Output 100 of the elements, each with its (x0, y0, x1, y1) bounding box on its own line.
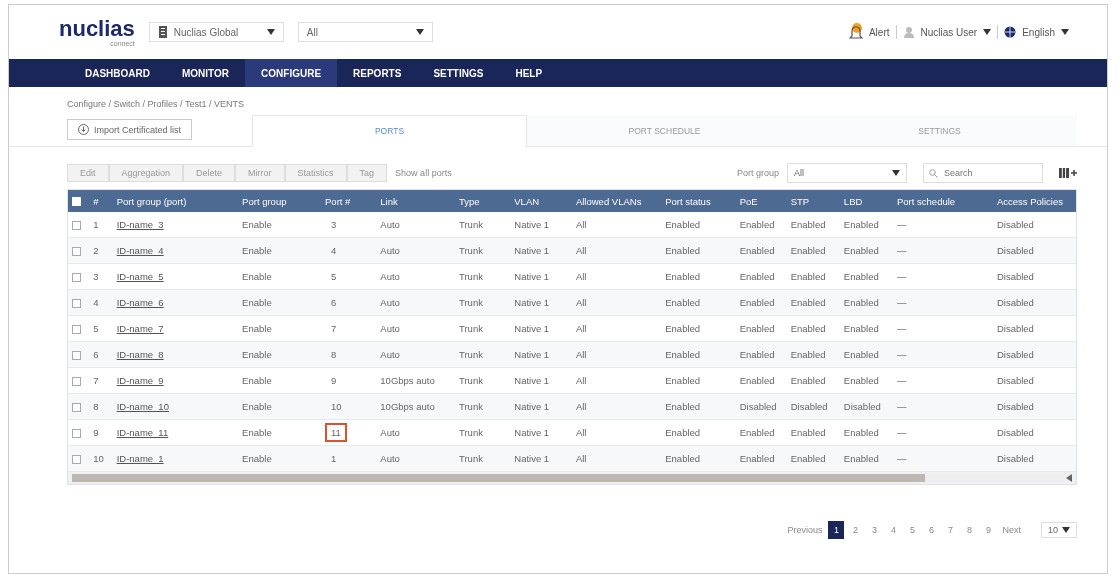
table-cell: All (575, 427, 587, 438)
port-name-link[interactable]: ID-name_1 (116, 453, 164, 464)
tab[interactable]: PORTS (252, 115, 527, 147)
nav-tab[interactable]: HELP (499, 59, 559, 87)
logo[interactable]: nuclias (59, 17, 135, 40)
row-checkbox[interactable] (72, 325, 81, 334)
table-cell: Trunk (459, 219, 483, 230)
row-checkbox[interactable] (72, 429, 81, 438)
page-button[interactable]: 4 (885, 521, 902, 539)
table-cell: Disabled (996, 219, 1034, 230)
tab[interactable]: PORT SCHEDULE (527, 115, 802, 146)
page-button[interactable]: 6 (923, 521, 940, 539)
port-name-link[interactable]: ID-name_10 (116, 401, 169, 412)
table-cell: Enabled (843, 453, 879, 464)
table-cell: All (575, 297, 587, 308)
page-button[interactable]: 9 (980, 521, 997, 539)
port-name-link[interactable]: ID-name_9 (116, 375, 164, 386)
column-header[interactable]: Link (380, 195, 398, 207)
row-checkbox[interactable] (72, 377, 81, 386)
table-cell: Enable (242, 245, 272, 256)
port-group-select[interactable]: All (787, 163, 907, 183)
nav-tab[interactable]: CONFIGURE (245, 59, 338, 87)
table-cell: — (897, 297, 907, 308)
row-checkbox[interactable] (72, 299, 81, 308)
user-menu[interactable]: Nuclias User (920, 26, 978, 38)
table-cell: Enabled (665, 219, 701, 230)
table-cell: Enabled (739, 297, 775, 308)
scroll-left-icon[interactable] (1066, 474, 1072, 482)
tab[interactable]: SETTINGS (802, 115, 1077, 146)
table-cell: Native 1 (514, 219, 550, 230)
table-cell: 9 (93, 427, 99, 438)
column-header[interactable]: # (93, 195, 99, 207)
language-menu[interactable]: English (1022, 26, 1055, 38)
table-cell: 8 (93, 401, 99, 412)
table-cell-text: 1 (330, 452, 338, 466)
table-cell: Enabled (790, 375, 826, 386)
table-cell-text: 3 (330, 218, 338, 232)
table-cell: Enabled (790, 297, 826, 308)
nav-tab[interactable]: REPORTS (337, 59, 418, 87)
breadcrumb: Configure / Switch / Profiles / Test1 / VENTS (66, 98, 245, 111)
table-cell: Disabled (739, 401, 777, 412)
table-cell: Auto (380, 349, 400, 360)
caret-icon (266, 29, 275, 35)
row-checkbox[interactable] (72, 273, 81, 282)
port-name-link[interactable]: ID-name_3 (116, 219, 164, 230)
import-button[interactable]: Import Certificated list (67, 119, 193, 140)
table-cell-text: 6 (330, 296, 338, 310)
table-cell: Auto (380, 271, 400, 282)
table-cell: All (575, 401, 587, 412)
table-cell: Disabled (996, 427, 1034, 438)
port-name-link[interactable]: ID-name_5 (116, 271, 164, 282)
nav-tab[interactable]: SETTINGS (417, 59, 500, 87)
table-cell: Trunk (459, 245, 483, 256)
select-all-checkbox[interactable] (72, 197, 81, 207)
table-cell: Disabled (996, 245, 1034, 256)
row-checkbox[interactable] (72, 247, 81, 256)
page-button[interactable]: 8 (961, 521, 978, 539)
bell-icon[interactable] (848, 23, 863, 41)
table-cell: Auto (380, 297, 400, 308)
table-cell: Native 1 (514, 349, 550, 360)
previous-button[interactable]: Previous (784, 521, 826, 539)
table-cell: Disabled (996, 375, 1034, 386)
port-name-link[interactable]: ID-name_8 (116, 349, 164, 360)
horizontal-scrollbar[interactable] (68, 472, 1076, 484)
table-cell: Enabled (790, 453, 826, 464)
column-header[interactable]: PoE (739, 195, 758, 207)
table-cell: — (897, 245, 907, 256)
page-button[interactable]: 7 (942, 521, 959, 539)
next-button[interactable]: Next (999, 521, 1024, 539)
table-cell: 10 (93, 453, 104, 464)
port-name-link[interactable]: ID-name_7 (116, 323, 164, 334)
organization-select[interactable]: Nuclias Global (148, 22, 284, 42)
page-button[interactable]: 5 (904, 521, 921, 539)
nav-tab[interactable]: MONITOR (166, 59, 246, 87)
table-cell: Auto (380, 245, 400, 256)
port-name-link[interactable]: ID-name_11 (116, 427, 169, 438)
page-button[interactable]: 1 (828, 521, 845, 539)
page-button[interactable]: 3 (866, 521, 883, 539)
table-cell: Enabled (843, 297, 879, 308)
search-field[interactable]: Search (923, 163, 1043, 183)
table-cell-text: 9 (330, 374, 338, 388)
nav-tab[interactable]: DASHBOARD (69, 59, 166, 87)
table-cell: 10Gbps auto (380, 401, 435, 412)
table-cell: 2 (93, 245, 99, 256)
row-checkbox[interactable] (72, 351, 81, 360)
columns-icon[interactable] (1059, 168, 1077, 178)
port-name-link[interactable]: ID-name_6 (116, 297, 164, 308)
table-cell: Enabled (739, 349, 775, 360)
site-select[interactable]: All (297, 22, 433, 42)
row-checkbox[interactable] (72, 403, 81, 412)
table-cell: Trunk (459, 427, 483, 438)
port-name-link[interactable]: ID-name_4 (116, 245, 164, 256)
row-checkbox[interactable] (72, 455, 81, 464)
page-size-select[interactable]: 10 (1041, 522, 1077, 538)
table-cell: — (897, 375, 907, 386)
alert-link[interactable]: Alert (868, 26, 890, 38)
row-checkbox[interactable] (72, 221, 81, 230)
table-cell: All (575, 375, 587, 386)
page-button[interactable]: 2 (847, 521, 864, 539)
table-cell: All (575, 349, 587, 360)
